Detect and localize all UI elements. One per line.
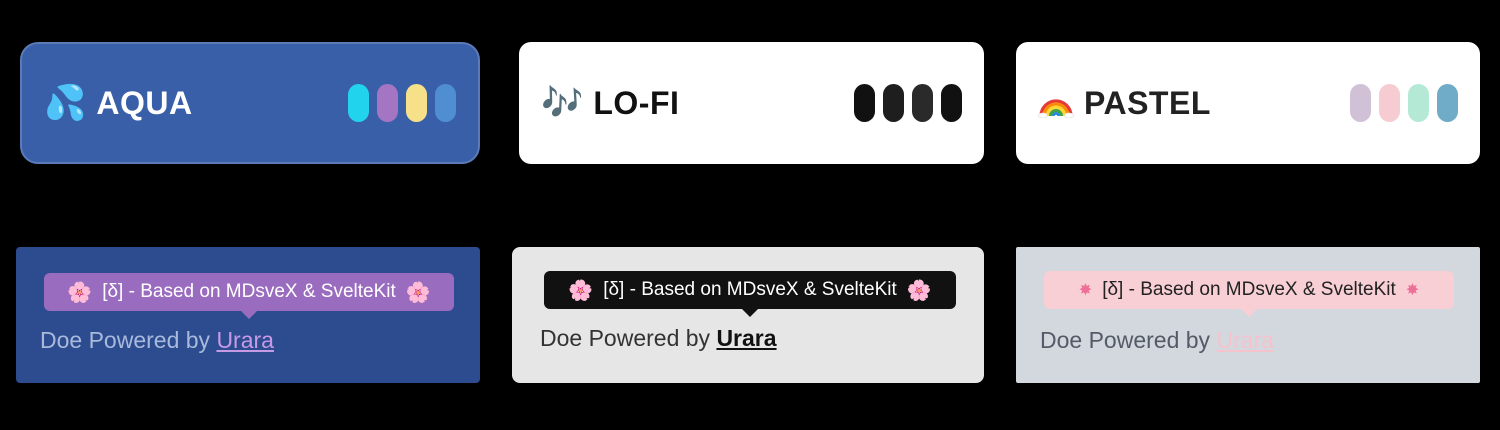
footer-preview-aqua: 🌸 [δ] - Based on MDsveX & SvelteKit 🌸 Do… bbox=[16, 247, 480, 383]
theme-title: 💦 AQUA bbox=[44, 85, 348, 122]
blossom-icon: ✸ bbox=[1078, 280, 1093, 299]
color-swatch bbox=[854, 84, 875, 122]
theme-name: PASTEL bbox=[1084, 84, 1211, 121]
theme-name: LO-FI bbox=[593, 84, 680, 121]
color-swatch bbox=[1379, 84, 1400, 122]
color-swatch bbox=[941, 84, 962, 122]
tooltip-text: [δ] - Based on MDsveX & SvelteKit bbox=[603, 279, 897, 300]
footer-credit: Doe Powered by Urara bbox=[1040, 327, 1274, 354]
color-swatch bbox=[883, 84, 904, 122]
urara-link[interactable]: Urara bbox=[716, 325, 776, 351]
color-swatch bbox=[912, 84, 933, 122]
color-swatches bbox=[348, 84, 456, 122]
color-swatch bbox=[406, 84, 427, 122]
blossom-icon: ✸ bbox=[1405, 280, 1420, 299]
theme-card-pastel[interactable]: PASTEL bbox=[1016, 42, 1480, 164]
footer-text: Doe Powered by bbox=[540, 325, 711, 351]
theme-title: PASTEL bbox=[1038, 85, 1350, 122]
theme-title: 🎶 LO-FI bbox=[541, 85, 854, 122]
theme-name: AQUA bbox=[96, 84, 193, 121]
cherry-blossom-icon: 🌸 bbox=[906, 278, 932, 302]
color-swatch bbox=[348, 84, 369, 122]
footer-text: Doe Powered by bbox=[1040, 327, 1211, 353]
footer-preview-pastel: ✸ [δ] - Based on MDsveX & SvelteKit ✸ Do… bbox=[1016, 247, 1480, 383]
color-swatches bbox=[1350, 84, 1458, 122]
urara-link[interactable]: Urara bbox=[1216, 327, 1274, 353]
color-swatch bbox=[1350, 84, 1371, 122]
cherry-blossom-icon: 🌸 bbox=[67, 280, 93, 304]
color-swatch bbox=[377, 84, 398, 122]
color-swatch bbox=[1437, 84, 1458, 122]
tooltip-text: [δ] - Based on MDsveX & SvelteKit bbox=[102, 281, 396, 302]
footer-credit: Doe Powered by Urara bbox=[540, 325, 777, 352]
footer-text: Doe Powered by bbox=[40, 327, 211, 353]
color-swatch bbox=[1408, 84, 1429, 122]
theme-card-lofi[interactable]: 🎶 LO-FI bbox=[519, 42, 984, 164]
footer-credit: Doe Powered by Urara bbox=[40, 327, 274, 354]
footer-preview-lofi: 🌸 [δ] - Based on MDsveX & SvelteKit 🌸 Do… bbox=[512, 247, 984, 383]
tooltip: 🌸 [δ] - Based on MDsveX & SvelteKit 🌸 bbox=[544, 271, 956, 309]
droplets-icon: 💦 bbox=[44, 83, 87, 123]
rainbow-icon bbox=[1038, 88, 1074, 118]
tooltip-text: [δ] - Based on MDsveX & SvelteKit bbox=[1102, 279, 1396, 300]
cherry-blossom-icon: 🌸 bbox=[568, 278, 594, 302]
urara-link[interactable]: Urara bbox=[216, 327, 274, 353]
theme-card-aqua[interactable]: 💦 AQUA bbox=[20, 42, 480, 164]
tooltip: 🌸 [δ] - Based on MDsveX & SvelteKit 🌸 bbox=[44, 273, 454, 311]
music-notes-icon: 🎶 bbox=[541, 83, 584, 123]
color-swatches bbox=[854, 84, 962, 122]
tooltip: ✸ [δ] - Based on MDsveX & SvelteKit ✸ bbox=[1044, 271, 1454, 309]
cherry-blossom-icon: 🌸 bbox=[405, 280, 431, 304]
color-swatch bbox=[435, 84, 456, 122]
